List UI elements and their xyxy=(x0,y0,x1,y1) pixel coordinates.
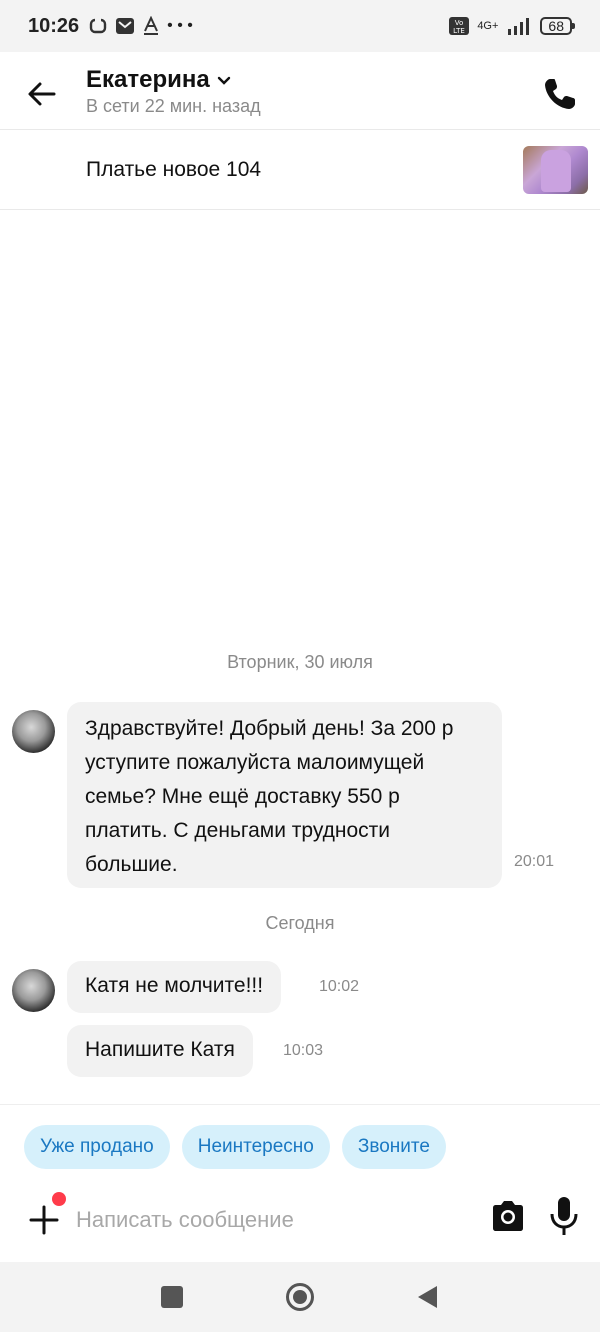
plus-icon[interactable] xyxy=(28,1204,60,1236)
status-system-icons: Vo LTE 4G+ 68 xyxy=(449,17,575,35)
signal-icon xyxy=(508,18,530,35)
recent-apps-icon[interactable] xyxy=(157,1282,187,1312)
message-text: Здравствуйте! Добрый день! За 200 р усту… xyxy=(85,717,454,876)
message-bubble[interactable]: Катя не молчите!!! xyxy=(67,961,282,1013)
font-a-icon xyxy=(144,16,159,35)
system-navigation-bar xyxy=(0,1262,600,1332)
message-text: Напишите Катя xyxy=(85,1038,235,1061)
svg-text:Vo: Vo xyxy=(455,19,464,27)
phone-icon[interactable] xyxy=(542,76,578,112)
quick-reply-call[interactable]: Звоните xyxy=(341,1124,446,1169)
mi-icon xyxy=(89,18,107,34)
ad-thumbnail-image[interactable] xyxy=(523,146,588,194)
message-time: 10:02 xyxy=(319,978,360,995)
ad-summary-bar[interactable]: Платье новое 104 xyxy=(0,130,600,210)
status-notification-icons: • • • xyxy=(89,16,193,36)
quick-reply-not-interested[interactable]: Неинтересно xyxy=(181,1124,330,1169)
message-bubble[interactable]: Здравствуйте! Добрый день! За 200 р усту… xyxy=(67,702,502,888)
quick-reply-sold[interactable]: Уже продано xyxy=(24,1124,170,1169)
svg-text:LTE: LTE xyxy=(453,27,465,35)
status-time: 10:26 xyxy=(28,14,80,37)
message-time: 20:01 xyxy=(514,853,555,870)
network-type: 4G+ xyxy=(477,19,499,32)
message-composer xyxy=(0,1188,600,1260)
chevron-down-icon xyxy=(217,76,230,85)
microphone-icon[interactable] xyxy=(548,1196,580,1236)
avatar[interactable] xyxy=(12,710,55,753)
message-text: Катя не молчите!!! xyxy=(85,974,264,997)
camera-icon[interactable] xyxy=(490,1198,526,1234)
home-icon[interactable] xyxy=(285,1282,315,1312)
message-input[interactable] xyxy=(76,1196,466,1244)
contact-name-dropdown[interactable]: Екатерина xyxy=(86,66,232,94)
avatar[interactable] xyxy=(12,969,55,1012)
quick-replies: Уже продано Неинтересно Звоните xyxy=(0,1104,600,1188)
chat-header: Екатерина В сети 22 мин. назад xyxy=(0,52,600,130)
ad-title: Платье новое 104 xyxy=(86,158,262,181)
message-icon xyxy=(116,18,135,34)
message-time: 10:03 xyxy=(283,1042,324,1059)
notification-dot xyxy=(52,1192,66,1206)
date-separator: Сегодня xyxy=(265,913,335,933)
volte-icon: VoLTE xyxy=(449,17,470,35)
message-bubble[interactable]: Напишите Катя xyxy=(67,1025,253,1077)
contact-online-status: В сети 22 мин. назад xyxy=(86,96,261,116)
status-bar: 10:26 • • • Vo LTE 4G+ 68 xyxy=(0,0,600,52)
dress-picture xyxy=(541,150,571,192)
back-triangle-icon[interactable] xyxy=(413,1282,443,1312)
contact-name: Екатерина xyxy=(86,66,210,93)
date-separator: Вторник, 30 июля xyxy=(227,652,373,672)
back-arrow-icon[interactable] xyxy=(26,78,58,110)
more-dots-icon: • • • xyxy=(167,17,193,34)
battery-indicator: 68 xyxy=(540,17,575,35)
